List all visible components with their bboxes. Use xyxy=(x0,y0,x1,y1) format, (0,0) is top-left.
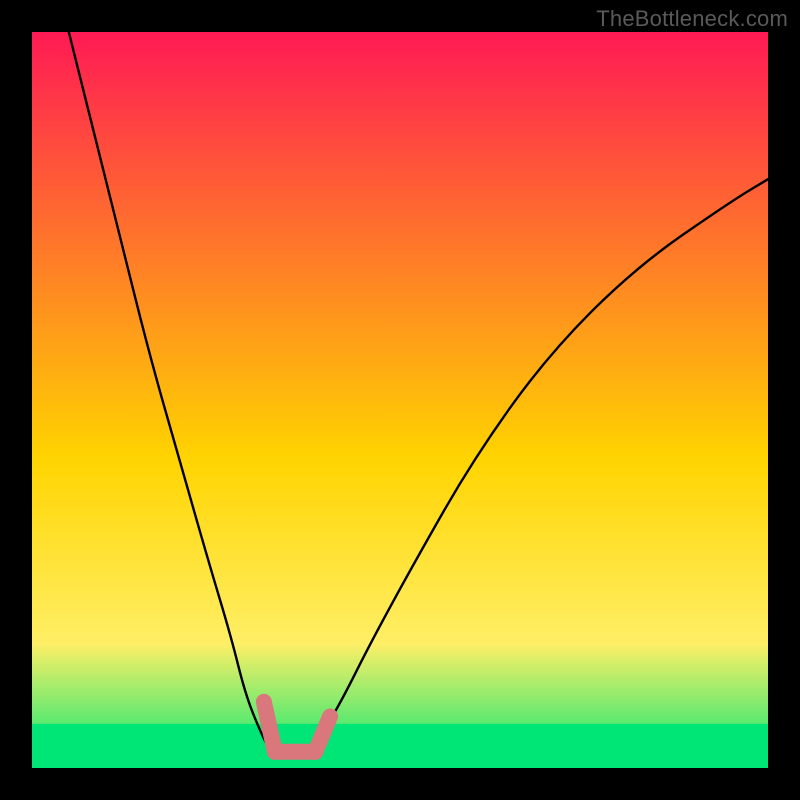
green-band xyxy=(32,724,768,768)
chart-svg xyxy=(32,32,768,768)
gradient-background xyxy=(32,32,768,768)
chart-stage: TheBottleneck.com xyxy=(0,0,800,800)
watermark-label: TheBottleneck.com xyxy=(596,6,788,32)
plot-area xyxy=(32,32,768,768)
